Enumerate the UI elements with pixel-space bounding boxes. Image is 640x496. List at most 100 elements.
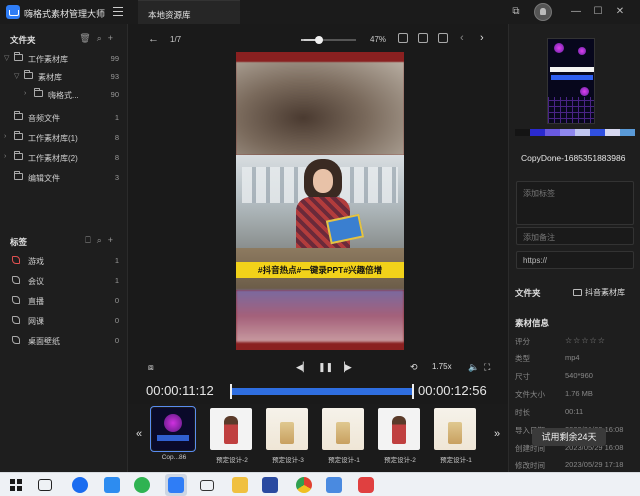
pause-icon[interactable]: ❚❚ (318, 362, 333, 373)
collapse-arrow-icon[interactable]: › (4, 133, 6, 140)
filmstrip-item[interactable]: 预定设计-1 (320, 406, 366, 464)
tag-item[interactable]: 直播 0 (0, 292, 127, 310)
filmstrip-item[interactable]: 预定设计-2 (376, 406, 422, 464)
thumb-subtitle-bar (551, 75, 593, 80)
color-swatch[interactable] (605, 129, 620, 136)
wechat-icon[interactable] (134, 477, 150, 493)
previous-frame-icon[interactable]: ◀▏ (296, 362, 310, 373)
expand-arrow-icon[interactable]: ▽ (14, 72, 19, 80)
hamburger-menu-icon[interactable] (113, 7, 123, 16)
tab-local-library[interactable]: 本地资源库 (138, 0, 240, 24)
color-swatch[interactable] (545, 129, 560, 136)
collapse-arrow-icon[interactable]: › (24, 90, 26, 97)
trim-start-handle[interactable] (230, 384, 232, 399)
loop-icon[interactable]: ⧈ (148, 362, 154, 373)
restore-layout-icon[interactable]: ⧉ (508, 4, 524, 20)
material-manager-icon[interactable] (168, 477, 184, 493)
back-arrow-icon[interactable]: ← (148, 33, 159, 45)
task-view-icon[interactable] (38, 479, 52, 491)
tag-item[interactable]: 桌面壁纸 0 (0, 332, 127, 350)
info-key: 尺寸 (515, 372, 530, 381)
folder-icon (14, 151, 23, 160)
media-player-icon[interactable] (358, 477, 374, 493)
url-input[interactable]: https:// (516, 251, 634, 269)
info-key: 评分 (515, 337, 530, 346)
search-icon[interactable]: ⌕ (97, 33, 108, 43)
filmstrip-prev-icon[interactable]: « (136, 428, 142, 440)
avatar[interactable] (534, 3, 552, 21)
filmstrip-item[interactable]: 预定设计-3 (264, 406, 310, 464)
tag-input[interactable]: 添加标签 (516, 181, 634, 225)
kuaishou-icon[interactable] (72, 477, 88, 493)
collapse-arrow-icon[interactable]: › (4, 153, 6, 160)
color-swatch[interactable] (575, 129, 590, 136)
folder-item[interactable]: › 嗨格式... 90 (0, 86, 127, 104)
add-icon[interactable]: + (108, 33, 119, 43)
video-preview[interactable]: #抖音热点#一键录PPT#兴趣倍增 (236, 52, 404, 350)
fullscreen-icon[interactable]: ⛶ (484, 362, 490, 373)
file-explorer-icon[interactable] (232, 477, 248, 493)
folder-item[interactable]: › 工作素材库(2) 8 (0, 149, 127, 167)
title-bar: 嗨格式素材管理大师 本地资源库 ⧉ — ☐ ✕ (0, 0, 640, 24)
next-frame-icon[interactable]: ▕▶ (338, 362, 352, 373)
folder-icon (34, 88, 43, 97)
folder-item[interactable]: ▽ 素材库 93 (0, 68, 127, 86)
filmstrip-item[interactable]: 预定设计-1 (432, 406, 478, 464)
note-input[interactable]: 添加备注 (516, 227, 634, 245)
playhead[interactable] (412, 384, 414, 399)
feishu-icon[interactable] (104, 477, 120, 493)
file-name[interactable]: CopyDone-1685351883986 (521, 152, 633, 164)
folder-item[interactable]: ▽ 工作素材库 99 (0, 50, 127, 68)
folder-item[interactable]: › 工作素材库(1) 8 (0, 129, 127, 147)
folder-field-value[interactable]: 抖音素材库 (573, 287, 625, 298)
filmstrip-next-icon[interactable]: » (494, 428, 500, 440)
total-time: 00:00:12:56 (418, 383, 487, 398)
folder-item[interactable]: 音频文件 1 (0, 109, 127, 127)
color-swatch[interactable] (620, 129, 635, 136)
expand-arrow-icon[interactable]: ▽ (4, 54, 9, 62)
filmstrip-item[interactable]: Cop...86 (150, 406, 196, 462)
zoom-slider[interactable] (304, 36, 356, 44)
bookmark-icon[interactable]: ⎕ (85, 235, 96, 245)
screenshot-icon[interactable] (438, 33, 448, 43)
playback-progress[interactable] (230, 384, 414, 399)
folder-icon (14, 111, 23, 120)
trash-icon[interactable]: 🗑 (79, 33, 96, 43)
rating-stars[interactable]: ☆☆☆☆☆ (565, 336, 606, 345)
color-swatch[interactable] (515, 129, 530, 136)
info-key: 类型 (515, 354, 530, 363)
chrome-icon[interactable] (296, 477, 312, 493)
tag-icon (12, 336, 20, 344)
filmstrip-item[interactable]: 预定设计-2 (208, 406, 254, 464)
minimize-button[interactable]: — (568, 4, 584, 20)
folder-label: 工作素材库(1) (28, 134, 78, 143)
tab-label: 本地资源库 (148, 10, 191, 20)
add-icon[interactable]: + (108, 235, 119, 245)
next-icon[interactable]: › (480, 32, 484, 44)
fit-screen-icon[interactable] (398, 33, 408, 43)
zoom-slider-handle[interactable] (314, 36, 323, 44)
playback-speed[interactable]: 1.75x (432, 362, 452, 371)
actual-size-icon[interactable] (418, 33, 428, 43)
close-button[interactable]: ✕ (612, 4, 628, 20)
camera-icon[interactable] (200, 480, 214, 491)
thumbnail-image (434, 408, 476, 450)
previous-icon[interactable]: ‹ (460, 32, 464, 44)
video-editor-icon[interactable] (262, 477, 278, 493)
folder-item[interactable]: 编辑文件 3 (0, 169, 127, 187)
maximize-button[interactable]: ☐ (590, 4, 606, 20)
color-swatch[interactable] (530, 129, 545, 136)
tag-item[interactable]: 网课 0 (0, 312, 127, 330)
info-value: 540*960 (565, 371, 593, 380)
volume-icon[interactable]: 🔈 (468, 362, 479, 373)
color-swatch[interactable] (560, 129, 575, 136)
tag-item[interactable]: 游戏 1 (0, 252, 127, 270)
search-icon[interactable]: ⌕ (97, 235, 108, 245)
color-swatch[interactable] (590, 129, 605, 136)
photos-icon[interactable] (326, 477, 342, 493)
repeat-icon[interactable]: ⟲ (410, 362, 418, 373)
preview-frame-bottom (236, 290, 404, 342)
tag-item[interactable]: 会议 1 (0, 272, 127, 290)
windows-start-icon[interactable] (10, 479, 22, 491)
folder-icon (14, 171, 23, 180)
